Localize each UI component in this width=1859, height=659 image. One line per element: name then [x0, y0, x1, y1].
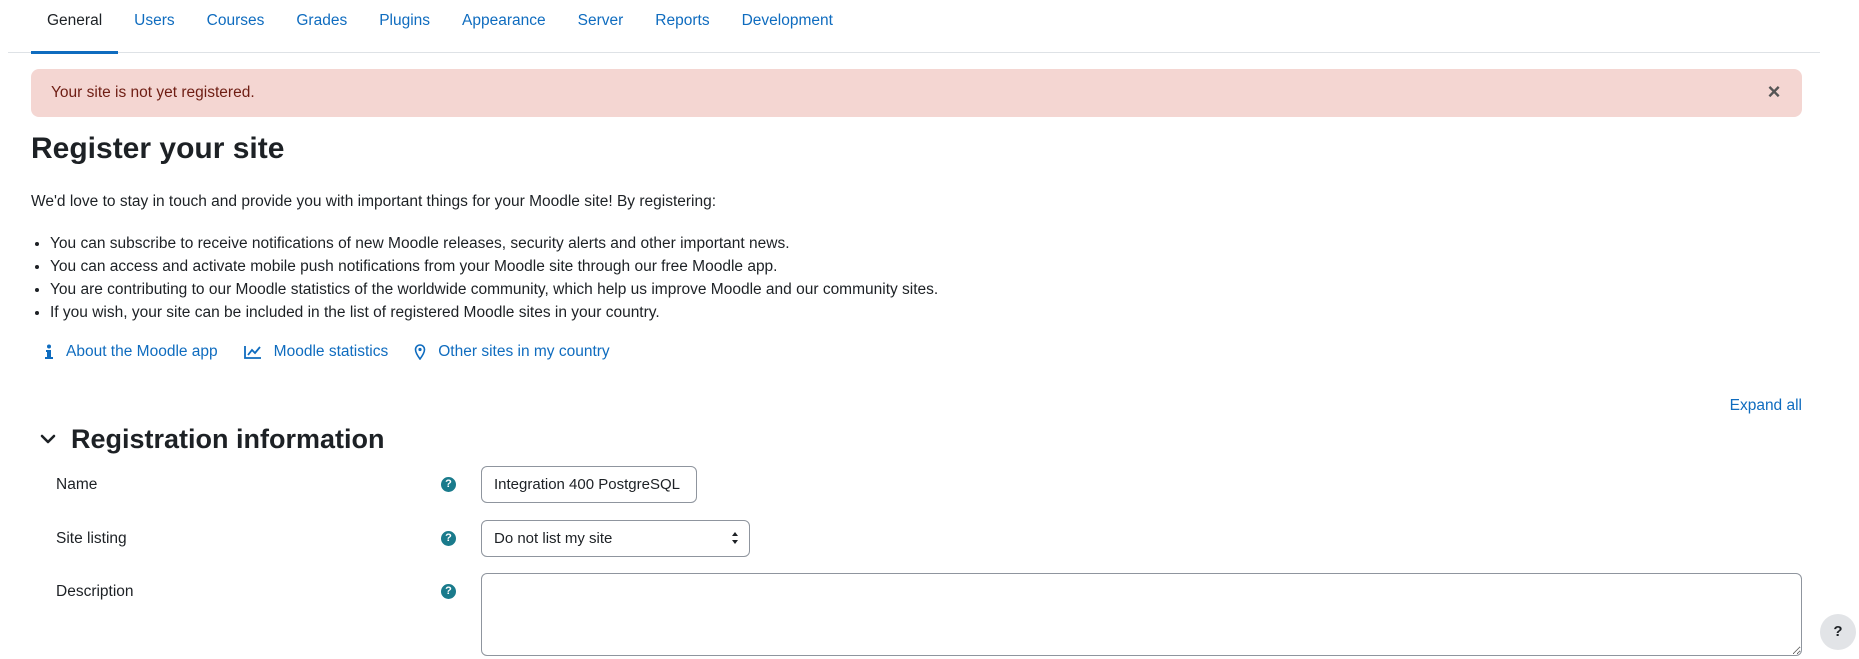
- tab-general[interactable]: General: [31, 0, 119, 54]
- benefits-list: You can subscribe to receive notificatio…: [50, 232, 938, 324]
- line-chart-icon: [243, 346, 261, 359]
- list-item: You can access and activate mobile push …: [50, 255, 938, 278]
- description-textarea[interactable]: [481, 573, 1802, 656]
- expand-all-link[interactable]: Expand all: [1730, 397, 1802, 415]
- tab-courses[interactable]: Courses: [191, 0, 281, 53]
- list-item: You can subscribe to receive notificatio…: [50, 232, 938, 255]
- link-label: Moodle statistics: [273, 343, 389, 360]
- close-icon[interactable]: ×: [1764, 69, 1784, 117]
- site-listing-label: Site listing: [56, 530, 127, 547]
- tab-plugins[interactable]: Plugins: [363, 0, 446, 53]
- alert-message: Your site is not yet registered.: [51, 84, 255, 101]
- tab-server[interactable]: Server: [562, 0, 640, 53]
- admin-tab-bar: General Users Courses Grades Plugins App…: [8, 0, 1820, 54]
- not-registered-alert: Your site is not yet registered. ×: [31, 69, 1802, 117]
- select-value: Do not list my site: [494, 530, 613, 547]
- tab-development[interactable]: Development: [726, 0, 849, 53]
- map-pin-icon: [414, 344, 426, 360]
- chevron-down-icon[interactable]: [37, 428, 59, 450]
- moodle-statistics-link[interactable]: Moodle statistics: [243, 343, 389, 361]
- info-links: About the Moodle app Moodle statistics O…: [44, 343, 636, 361]
- link-label: Other sites in my country: [438, 343, 610, 360]
- name-label: Name: [56, 476, 98, 493]
- other-sites-link[interactable]: Other sites in my country: [414, 343, 610, 361]
- info-icon: [45, 344, 53, 359]
- section-title: Registration information: [71, 424, 385, 454]
- site-listing-select[interactable]: Do not list my site: [481, 520, 750, 557]
- description-help-icon[interactable]: ?: [441, 584, 456, 599]
- list-item: You are contributing to our Moodle stati…: [50, 278, 938, 301]
- tab-appearance[interactable]: Appearance: [446, 0, 562, 53]
- help-button[interactable]: ?: [1820, 614, 1856, 650]
- page-title: Register your site: [31, 132, 285, 165]
- site-listing-help-icon[interactable]: ?: [441, 531, 456, 546]
- list-item: If you wish, your site can be included i…: [50, 301, 938, 324]
- tab-users[interactable]: Users: [118, 0, 190, 53]
- tab-grades[interactable]: Grades: [280, 0, 363, 53]
- name-input[interactable]: [481, 466, 697, 503]
- intro-text: We'd love to stay in touch and provide y…: [31, 193, 717, 210]
- name-help-icon[interactable]: ?: [441, 477, 456, 492]
- select-arrows-icon: [732, 532, 738, 544]
- about-moodle-app-link[interactable]: About the Moodle app: [44, 343, 218, 361]
- link-label: About the Moodle app: [66, 343, 218, 360]
- description-label: Description: [56, 583, 134, 600]
- tab-reports[interactable]: Reports: [639, 0, 725, 53]
